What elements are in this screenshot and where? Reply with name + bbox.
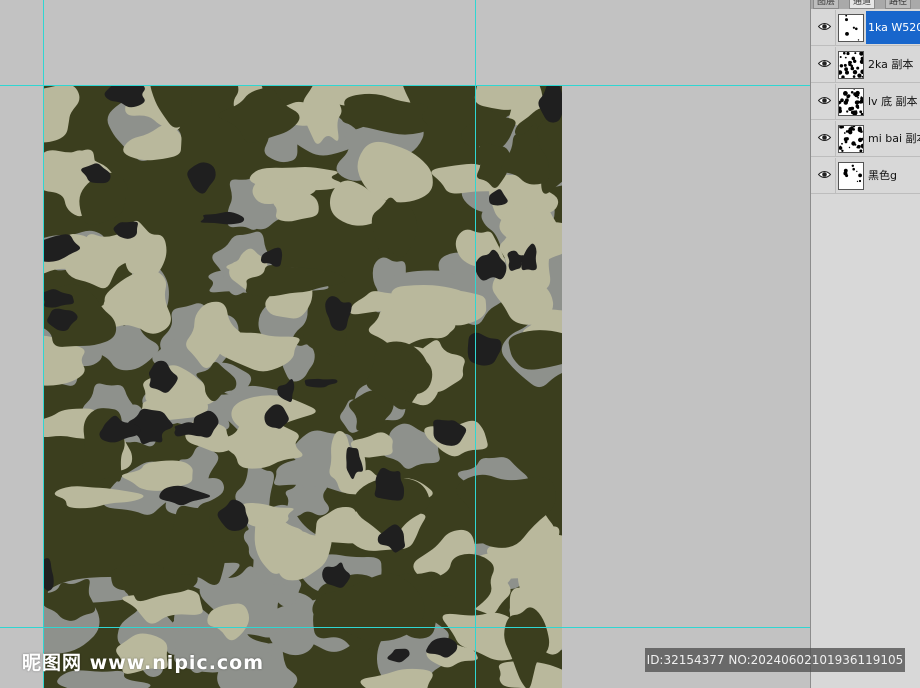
tab-channels[interactable]: 通道 — [849, 0, 876, 9]
layers-panel: 图层 通道 路径 1ka W5200 2ka 副本 lv 底 副本 mi bai 副本… — [810, 0, 920, 688]
camo-blob — [374, 467, 405, 501]
watermark-logo: 昵图网 www.nipic.com — [22, 652, 265, 674]
guide-vertical-right[interactable] — [475, 0, 476, 688]
guide-vertical-left[interactable] — [43, 0, 44, 688]
layer-name-area[interactable]: mi bai 副本 — [866, 122, 920, 155]
tab-paths[interactable]: 路径 — [885, 0, 912, 9]
document-canvas[interactable] — [43, 85, 562, 688]
visibility-eye-icon[interactable] — [814, 47, 836, 83]
layer-name: 2ka 副本 — [868, 58, 914, 71]
layer-row[interactable]: lv 底 副本 — [811, 84, 920, 120]
guide-horizontal-bottom[interactable] — [0, 627, 810, 628]
tab-layers[interactable]: 图层 — [813, 0, 840, 9]
layer-row[interactable]: 黑色g — [811, 158, 920, 194]
visibility-eye-icon[interactable] — [814, 10, 836, 46]
layer-name-area[interactable]: 黑色g — [866, 159, 920, 192]
layer-name-area[interactable]: lv 底 副本 — [866, 85, 920, 118]
layer-row[interactable]: 1ka W5200 — [811, 10, 920, 46]
watermark-id: ID:32154377 NO:20240602101936119105 — [645, 648, 905, 672]
layer-thumbnail[interactable] — [838, 162, 864, 190]
layer-name: 黑色g — [868, 169, 897, 182]
layer-name: mi bai 副本 — [868, 132, 920, 145]
layer-thumbnail[interactable] — [838, 88, 864, 116]
layer-thumbnail[interactable] — [838, 14, 864, 42]
layer-name-area[interactable]: 1ka W5200 — [866, 11, 920, 44]
camouflage-pattern — [43, 85, 562, 688]
visibility-eye-icon[interactable] — [814, 121, 836, 157]
layer-row[interactable]: mi bai 副本 — [811, 121, 920, 157]
layer-name-area[interactable]: 2ka 副本 — [866, 48, 920, 81]
visibility-eye-icon[interactable] — [814, 158, 836, 194]
layer-name: lv 底 副本 — [868, 95, 918, 108]
layer-thumbnail[interactable] — [838, 51, 864, 79]
layer-row[interactable]: 2ka 副本 — [811, 47, 920, 83]
canvas-area[interactable] — [0, 0, 810, 688]
layer-name: 1ka W5200 — [868, 21, 920, 34]
layer-thumbnail[interactable] — [838, 125, 864, 153]
guide-horizontal-top[interactable] — [0, 85, 810, 86]
panel-tab-strip: 图层 通道 路径 — [811, 0, 920, 9]
visibility-eye-icon[interactable] — [814, 84, 836, 120]
